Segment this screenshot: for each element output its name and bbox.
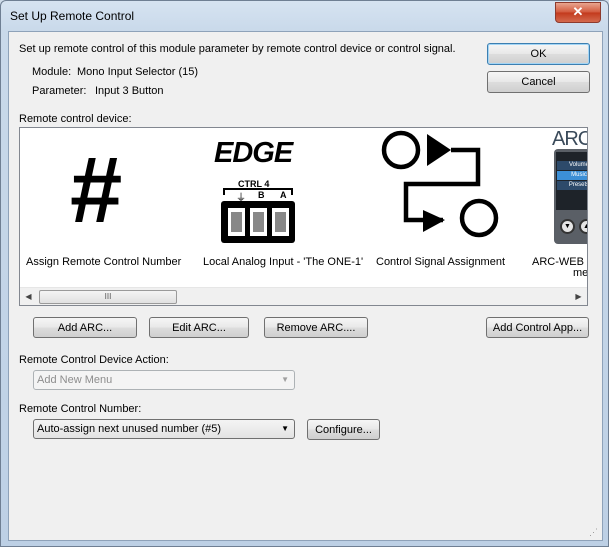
intro-text: Set up remote control of this module par… [19, 43, 456, 55]
device-item-arc-web[interactable]: ARC Volume Music Presets ▼ ▲ ARC-WEB (A … [532, 128, 588, 279]
chevron-down-icon: ▼ [281, 375, 289, 384]
pin-label-a: A [280, 190, 287, 200]
scroll-right-icon[interactable]: ▶ [570, 288, 587, 305]
device-item-control-signal[interactable]: Control Signal Assignment [352, 128, 532, 278]
scroll-left-icon[interactable]: ◀ [20, 288, 37, 305]
close-button[interactable]: ✕ [555, 2, 601, 23]
arc-menu-volume: Volume [557, 161, 587, 170]
resize-grip-icon[interactable]: ⋰ [589, 527, 599, 537]
cancel-button[interactable]: Cancel [487, 71, 590, 93]
hash-icon: # [70, 137, 123, 242]
action-select[interactable]: Add New Menu ▼ [33, 370, 295, 390]
number-label: Remote Control Number: [19, 403, 142, 415]
parameter-value: Input 3 Button [95, 85, 164, 97]
title-bar[interactable]: Set Up Remote Control ✕ [1, 1, 608, 31]
arc-web-device-icon: Volume Music Presets ▼ ▲ [554, 149, 587, 244]
parameter-label: Parameter: [32, 85, 87, 97]
configure-button[interactable]: Configure... [307, 419, 380, 440]
action-label: Remote Control Device Action: [19, 354, 169, 366]
arc-menu-music: Music [557, 171, 587, 180]
edge-logo: EDGE [214, 137, 293, 169]
add-control-app-button[interactable]: Add Control App... [486, 317, 589, 338]
number-select-value: Auto-assign next unused number (#5) [37, 423, 222, 435]
window-title: Set Up Remote Control [10, 9, 135, 23]
arc-menu-presets: Presets [557, 181, 587, 190]
device-item-assign-number[interactable]: # Assign Remote Control Number [22, 128, 182, 278]
module-value: Mono Input Selector (15) [77, 66, 199, 78]
module-label: Module: [32, 66, 72, 78]
add-arc-button[interactable]: Add ARC... [33, 317, 137, 338]
number-select[interactable]: Auto-assign next unused number (#5) ▼ [33, 419, 295, 439]
action-select-value: Add New Menu [37, 374, 113, 386]
edge-ctrl-connector-icon: ⏚ CTRL 4 B A [218, 179, 298, 245]
dialog-window: Set Up Remote Control ✕ Set up remote co… [0, 0, 609, 547]
device-list[interactable]: # Assign Remote Control Number EDGE ⏚ CT… [19, 127, 588, 306]
device-label: Assign Remote Control Number [26, 256, 182, 268]
connector-title: CTRL 4 [238, 179, 270, 189]
dialog-client-area: Set up remote control of this module par… [8, 31, 603, 541]
arc-logo: ARC [552, 128, 588, 150]
edit-arc-button[interactable]: Edit ARC... [149, 317, 249, 338]
device-label: Control Signal Assignment [376, 256, 506, 268]
scroll-thumb[interactable]: III [39, 290, 177, 304]
device-item-local-analog[interactable]: EDGE ⏚ CTRL 4 B A Local Analog Input - '… [180, 128, 363, 278]
pin-label-b: B [258, 190, 265, 200]
device-label: Local Analog Input - 'The ONE-1' [203, 256, 364, 268]
remove-arc-button[interactable]: Remove ARC.... [264, 317, 368, 338]
control-signal-flow-icon [381, 128, 503, 240]
ok-button[interactable]: OK [487, 43, 590, 65]
device-list-scrollbar[interactable]: ◀ III ▶ [20, 287, 587, 305]
device-label-line2: me [573, 267, 588, 279]
svg-text:⏚: ⏚ [236, 192, 246, 204]
device-section-label: Remote control device: [19, 113, 132, 125]
chevron-down-icon: ▼ [281, 424, 289, 433]
